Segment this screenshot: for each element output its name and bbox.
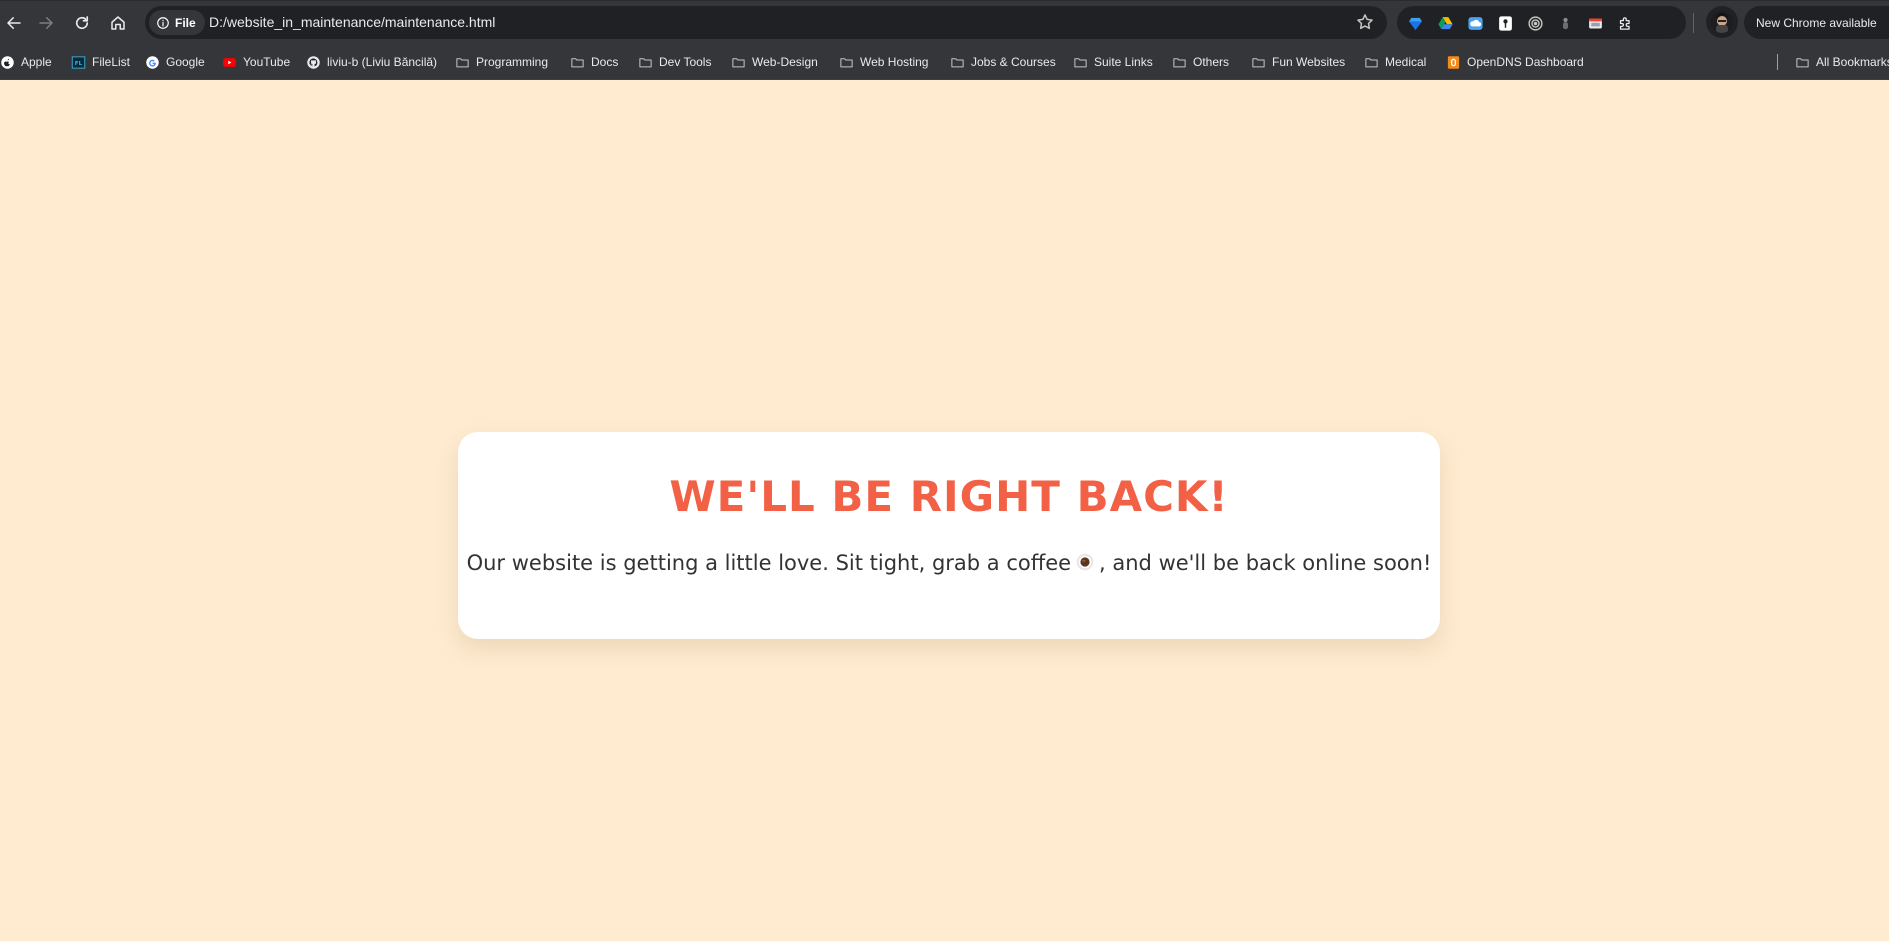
profile-avatar[interactable] [1706, 6, 1738, 38]
folder-icon [456, 57, 469, 67]
target-extension-icon[interactable] [1526, 14, 1544, 32]
password-manager-icon[interactable] [1496, 14, 1514, 32]
message-text: Our website is getting a little love. Si… [466, 551, 1072, 575]
folder-icon [1173, 57, 1186, 67]
toolbar-divider [1693, 13, 1694, 33]
puzzle-piece-icon[interactable] [1616, 14, 1634, 32]
folder-icon [571, 57, 584, 67]
cloud-extension-icon[interactable] [1466, 14, 1484, 32]
maintenance-message: Our website is getting a little love. Si… [458, 550, 1440, 577]
chrome-update-button[interactable]: New Chrome available [1744, 6, 1889, 39]
bookmark-label: FileList [92, 55, 131, 69]
bookmark-label: Web-Design [752, 55, 818, 69]
filelist-icon: FL [71, 55, 86, 69]
message-text-end: , and we'll be back online soon! [1099, 551, 1432, 575]
bookmark-filelist[interactable]: FL FileList [71, 52, 130, 72]
bookmark-label: YouTube [243, 55, 291, 69]
svg-text:FL: FL [75, 61, 83, 67]
folder-icon [840, 57, 853, 67]
bookmark-folder-dev-tools[interactable]: Dev Tools [638, 52, 711, 72]
all-bookmarks-label: All Bookmarks [1816, 55, 1889, 69]
folder-icon [1252, 57, 1265, 67]
maintenance-card: WE'LL BE RIGHT BACK! Our website is gett… [458, 432, 1440, 639]
site-info-chip[interactable]: File [149, 10, 205, 35]
bookmark-apple[interactable]: Apple [0, 52, 52, 72]
coffee-icon [1076, 553, 1094, 571]
home-button[interactable] [104, 9, 132, 37]
bookmark-label: Others [1193, 55, 1230, 69]
browser-toolbar: File D:/website_in_maintenance/maintenan… [0, 0, 1889, 44]
bookmark-label: Medical [1385, 55, 1427, 69]
forward-button[interactable] [32, 9, 60, 37]
bookmark-youtube[interactable]: YouTube [222, 52, 290, 72]
google-drive-icon[interactable] [1436, 14, 1454, 32]
bookmark-star-icon[interactable] [1355, 12, 1375, 32]
figure-extension-icon[interactable] [1556, 14, 1574, 32]
bookmarks-bar: Apple FL FileList Google YouTube liviu-b… [0, 44, 1889, 80]
bookmark-label: OpenDNS Dashboard [1467, 55, 1584, 69]
reload-icon [75, 16, 89, 30]
bookmark-label: Suite Links [1094, 55, 1153, 69]
google-icon [146, 55, 159, 69]
bookmark-label: Web Hosting [860, 55, 929, 69]
folder-icon [732, 57, 745, 67]
site-chip-label: File [175, 15, 196, 30]
gem-extension-icon[interactable] [1406, 14, 1424, 32]
bookmark-folder-others[interactable]: Others [1172, 52, 1229, 72]
bookmark-label: liviu-b (Liviu Băncilă) [327, 55, 438, 69]
bookmark-folder-web-hosting[interactable]: Web Hosting [839, 52, 928, 72]
bookmark-label: Docs [591, 55, 619, 69]
reload-button[interactable] [68, 9, 96, 37]
avatar-image [1711, 11, 1733, 33]
all-bookmarks-folder[interactable]: All Bookmarks [1795, 52, 1889, 72]
window-extension-icon[interactable] [1586, 14, 1604, 32]
arrow-left-icon [7, 17, 21, 29]
bookmarks-separator [1777, 54, 1778, 70]
bookmark-label: Fun Websites [1272, 55, 1346, 69]
maintenance-heading: WE'LL BE RIGHT BACK! [669, 472, 1229, 521]
apple-icon [1, 55, 14, 69]
bookmark-folder-web-design[interactable]: Web-Design [731, 52, 818, 72]
folder-icon [639, 57, 652, 67]
arrow-right-icon [39, 17, 53, 29]
extensions-bar [1397, 6, 1686, 39]
folder-icon [951, 57, 964, 67]
address-bar[interactable]: File D:/website_in_maintenance/maintenan… [145, 6, 1387, 39]
bookmark-folder-suite-links[interactable]: Suite Links [1073, 52, 1153, 72]
bookmark-google[interactable]: Google [145, 52, 205, 72]
bookmark-folder-medical[interactable]: Medical [1364, 52, 1426, 72]
bookmark-label: Google [166, 55, 205, 69]
bookmark-folder-docs[interactable]: Docs [570, 52, 618, 72]
bookmark-label: Programming [476, 55, 549, 69]
github-icon [307, 55, 320, 69]
bookmark-label: Dev Tools [659, 55, 712, 69]
folder-icon [1365, 57, 1378, 67]
bookmark-label: Apple [21, 55, 52, 69]
update-label: New Chrome available [1756, 15, 1877, 30]
bookmark-label: Jobs & Courses [971, 55, 1056, 69]
bookmark-folder-fun-websites[interactable]: Fun Websites [1251, 52, 1345, 72]
folder-icon [1074, 57, 1087, 67]
home-icon [111, 16, 125, 30]
bookmark-opendns[interactable]: OpenDNS Dashboard [1446, 52, 1584, 72]
youtube-icon [223, 57, 236, 67]
bookmark-folder-programming[interactable]: Programming [455, 52, 548, 72]
url-text[interactable]: D:/website_in_maintenance/maintenance.ht… [209, 14, 495, 30]
bookmark-folder-jobs-courses[interactable]: Jobs & Courses [950, 52, 1056, 72]
opendns-icon [1447, 55, 1460, 69]
folder-icon [1796, 57, 1809, 67]
bookmark-github[interactable]: liviu-b (Liviu Băncilă) [306, 52, 437, 72]
back-button[interactable] [0, 9, 28, 37]
info-icon [157, 16, 169, 29]
